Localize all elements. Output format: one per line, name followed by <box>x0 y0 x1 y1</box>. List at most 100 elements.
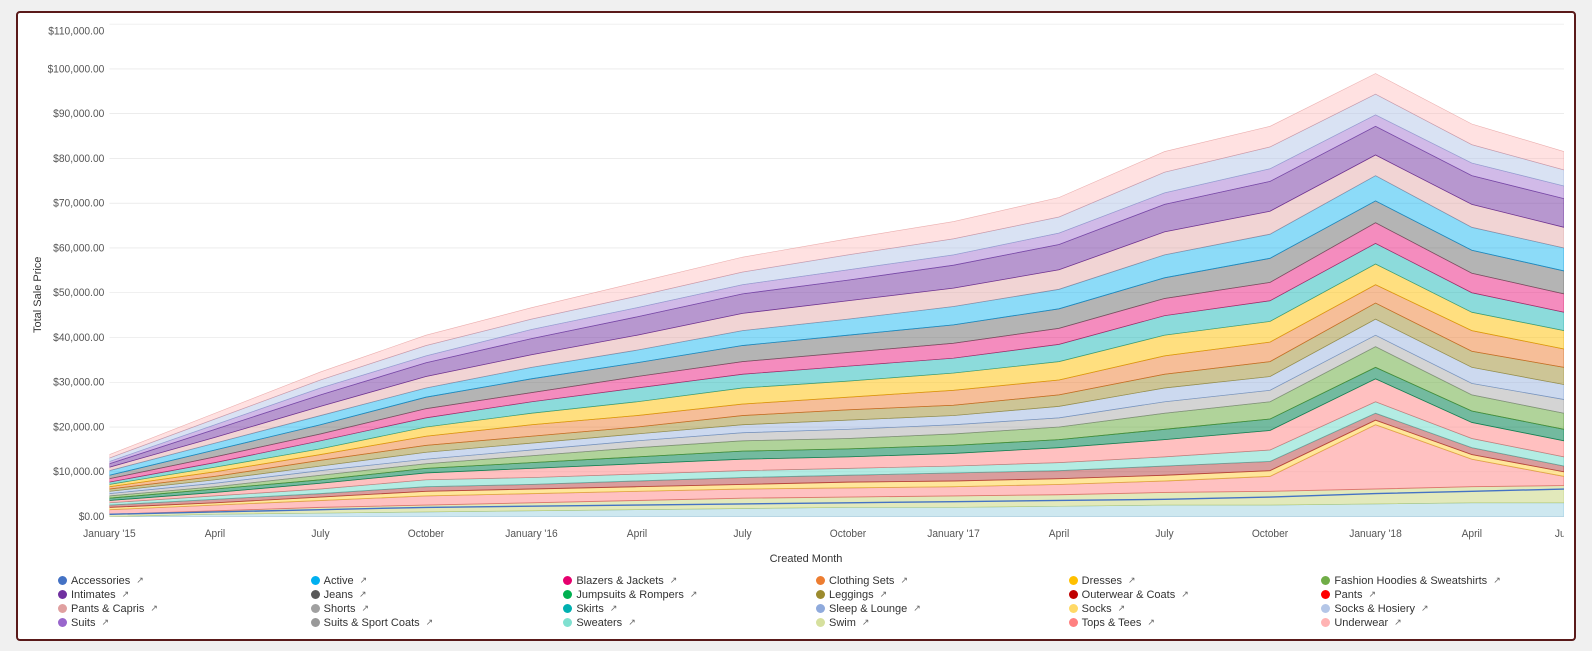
legend-label-skirts: Skirts <box>576 603 604 615</box>
legend-item-active: Active ↗ <box>311 575 554 587</box>
legend-dot-jumpsuits <box>563 590 572 599</box>
legend-dot-leggings <box>816 590 825 599</box>
legend-label-active: Active <box>324 575 354 587</box>
legend-label-fashion-hoodies: Fashion Hoodies & Sweatshirts <box>1334 575 1487 587</box>
legend-label-sweaters: Sweaters <box>576 617 622 629</box>
legend-dot-pants <box>1321 590 1330 599</box>
legend-dot-sweaters <box>563 618 572 627</box>
svg-text:July: July <box>311 527 330 540</box>
legend-label-swim: Swim <box>829 617 856 629</box>
svg-text:April: April <box>1049 527 1069 540</box>
legend-dot-blazers <box>563 576 572 585</box>
legend-label-shorts: Shorts <box>324 603 356 615</box>
legend-label-suits: Suits <box>71 617 95 629</box>
svg-text:April: April <box>627 527 647 540</box>
legend-item-pants: Pants ↗ <box>1321 589 1564 601</box>
svg-text:October: October <box>830 527 867 540</box>
legend-label-blazers: Blazers & Jackets <box>576 575 663 587</box>
legend-label-accessories: Accessories <box>71 575 130 587</box>
legend-label-leggings: Leggings <box>829 589 874 601</box>
legend-item-socks: Socks ↗ <box>1069 603 1312 615</box>
legend-item-socks-hosiery: Socks & Hosiery ↗ <box>1321 603 1564 615</box>
legend-dot-dresses <box>1069 576 1078 585</box>
legend-label-jeans: Jeans <box>324 589 353 601</box>
legend-dot-fashion-hoodies <box>1321 576 1330 585</box>
svg-text:October: October <box>408 527 445 540</box>
legend-dot-underwear <box>1321 618 1330 627</box>
svg-text:$40,000.00: $40,000.00 <box>53 331 104 344</box>
legend-item-skirts: Skirts ↗ <box>563 603 806 615</box>
legend-dot-intimates <box>58 590 67 599</box>
svg-text:July: July <box>1555 527 1564 540</box>
chart-inner: $0.00 $10,000.00 $20,000.00 $30,000.00 $… <box>48 23 1564 567</box>
legend-label-suits-sport-coats: Suits & Sport Coats <box>324 617 420 629</box>
legend-dot-pants-capris <box>58 604 67 613</box>
legend-item-blazers: Blazers & Jackets ↗ <box>563 575 806 587</box>
svg-text:$100,000.00: $100,000.00 <box>48 62 104 75</box>
legend-dot-sleep-lounge <box>816 604 825 613</box>
svg-text:April: April <box>1462 527 1482 540</box>
svg-text:July: July <box>1155 527 1174 540</box>
svg-text:$20,000.00: $20,000.00 <box>53 420 104 433</box>
svg-text:January '16: January '16 <box>505 527 558 540</box>
legend-item-sweaters: Sweaters ↗ <box>563 617 806 629</box>
legend-item-clothing-sets: Clothing Sets ↗ <box>816 575 1059 587</box>
legend-item-leggings: Leggings ↗ <box>816 589 1059 601</box>
chart-plot: $0.00 $10,000.00 $20,000.00 $30,000.00 $… <box>48 23 1564 551</box>
legend-dot-swim <box>816 618 825 627</box>
svg-text:April: April <box>205 527 225 540</box>
legend-label-sleep-lounge: Sleep & Lounge <box>829 603 907 615</box>
legend-dot-socks <box>1069 604 1078 613</box>
svg-text:$60,000.00: $60,000.00 <box>53 241 104 254</box>
legend-dot-skirts <box>563 604 572 613</box>
svg-text:$110,000.00: $110,000.00 <box>48 24 104 37</box>
svg-text:$0.00: $0.00 <box>79 510 105 523</box>
legend-item-pants-capris: Pants & Capris ↗ <box>58 603 301 615</box>
legend-label-intimates: Intimates <box>71 589 116 601</box>
legend-item-tops-tees: Tops & Tees ↗ <box>1069 617 1312 629</box>
legend-label-socks: Socks <box>1082 603 1112 615</box>
legend-item-sleep-lounge: Sleep & Lounge ↗ <box>816 603 1059 615</box>
svg-text:January '18: January '18 <box>1349 527 1402 540</box>
legend-area: Accessories ↗ Active ↗ Blazers & Jackets… <box>28 567 1564 629</box>
legend-label-pants-capris: Pants & Capris <box>71 603 144 615</box>
y-axis-label: Total Sale Price <box>28 23 48 567</box>
svg-text:$80,000.00: $80,000.00 <box>53 152 104 165</box>
svg-text:$10,000.00: $10,000.00 <box>53 465 104 478</box>
legend-item-intimates: Intimates ↗ <box>58 589 301 601</box>
legend-label-clothing-sets: Clothing Sets <box>829 575 894 587</box>
x-axis-label: Created Month <box>48 551 1564 567</box>
legend-dot-suits <box>58 618 67 627</box>
legend-item-shorts: Shorts ↗ <box>311 603 554 615</box>
legend-dot-accessories <box>58 576 67 585</box>
svg-text:October: October <box>1252 527 1289 540</box>
svg-text:$30,000.00: $30,000.00 <box>53 376 104 389</box>
svg-text:January '15: January '15 <box>83 527 136 540</box>
legend-item-suits: Suits ↗ <box>58 617 301 629</box>
legend-item-jumpsuits: Jumpsuits & Rompers ↗ <box>563 589 806 601</box>
chart-container: Total Sale Price <box>16 11 1576 641</box>
legend-item-suits-sport-coats: Suits & Sport Coats ↗ <box>311 617 554 629</box>
svg-text:July: July <box>733 527 752 540</box>
legend-label-pants: Pants <box>1334 589 1362 601</box>
legend-item-dresses: Dresses ↗ <box>1069 575 1312 587</box>
legend-label-outerwear: Outerwear & Coats <box>1082 589 1176 601</box>
legend-label-dresses: Dresses <box>1082 575 1122 587</box>
legend-label-jumpsuits: Jumpsuits & Rompers <box>576 589 684 601</box>
legend-dot-socks-hosiery <box>1321 604 1330 613</box>
legend-item-jeans: Jeans ↗ <box>311 589 554 601</box>
legend-dot-outerwear <box>1069 590 1078 599</box>
legend-item-fashion-hoodies: Fashion Hoodies & Sweatshirts ↗ <box>1321 575 1564 587</box>
legend-dot-suits-sport-coats <box>311 618 320 627</box>
chart-area: Total Sale Price <box>28 23 1564 567</box>
legend-item-accessories: Accessories ↗ <box>58 575 301 587</box>
legend-dot-active <box>311 576 320 585</box>
svg-text:$50,000.00: $50,000.00 <box>53 286 104 299</box>
legend-label-socks-hosiery: Socks & Hosiery <box>1334 603 1415 615</box>
legend-label-tops-tees: Tops & Tees <box>1082 617 1142 629</box>
legend-label-underwear: Underwear <box>1334 617 1388 629</box>
legend-item-outerwear: Outerwear & Coats ↗ <box>1069 589 1312 601</box>
svg-text:$90,000.00: $90,000.00 <box>53 107 104 120</box>
main-chart-svg: $0.00 $10,000.00 $20,000.00 $30,000.00 $… <box>48 23 1564 551</box>
legend-item-swim: Swim ↗ <box>816 617 1059 629</box>
